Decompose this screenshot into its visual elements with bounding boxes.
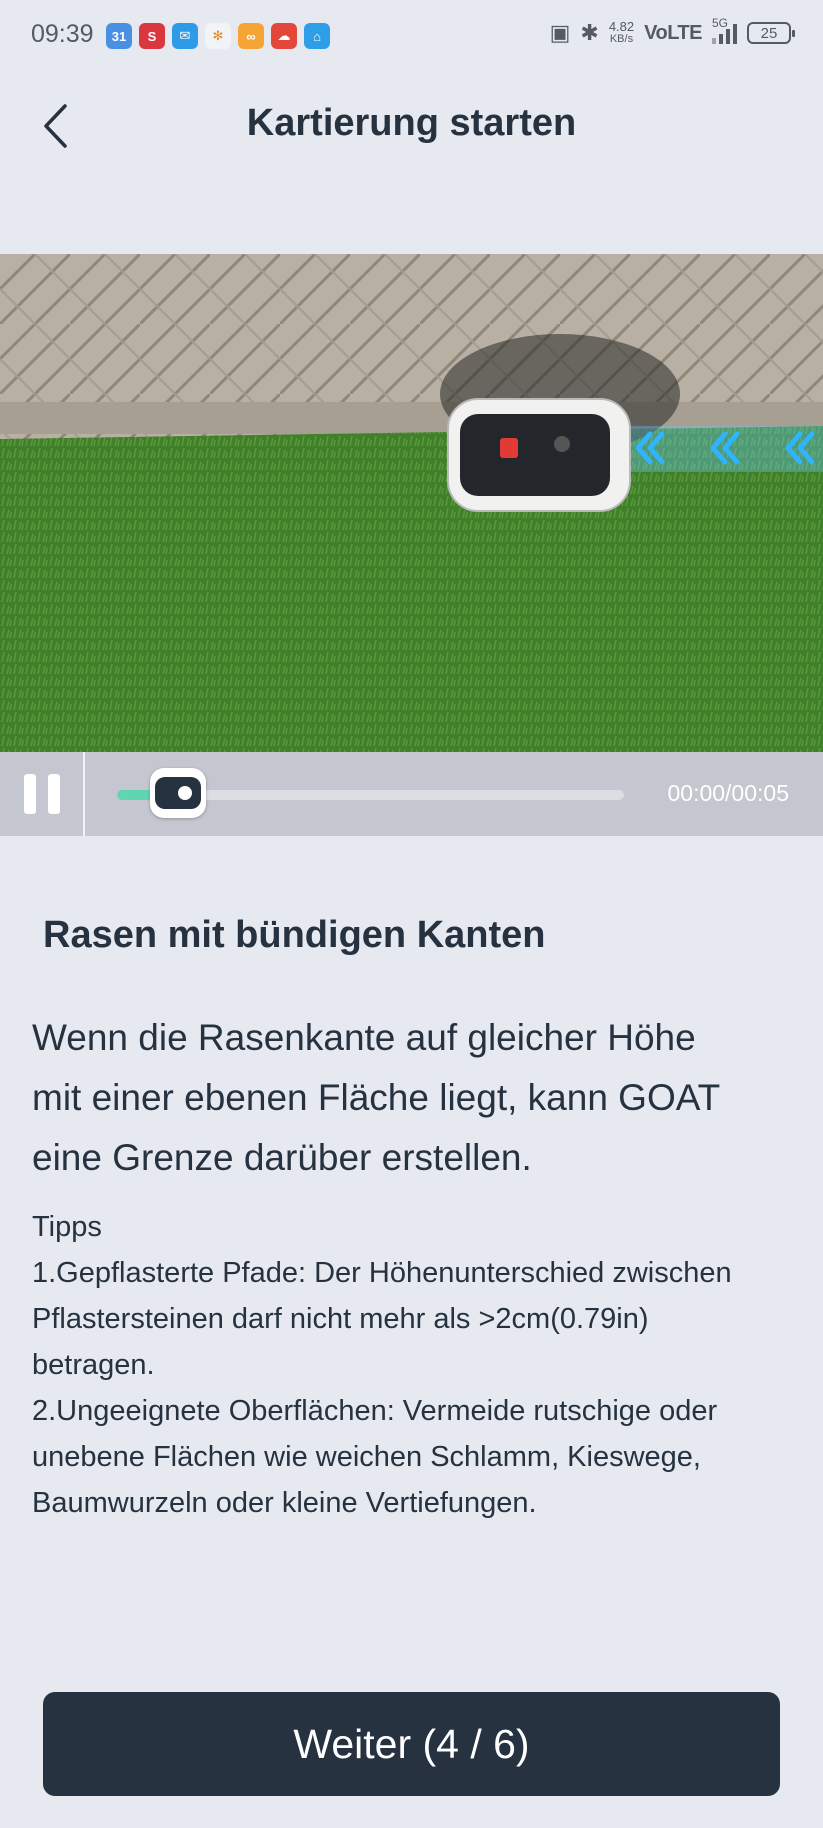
tip-line: betragen. (32, 1349, 155, 1381)
tip-line: 2.Ungeeignete Oberflächen: Vermeide ruts… (32, 1395, 718, 1427)
calendar-icon: 31 (106, 23, 132, 49)
network-speed-value: 4.82 (608, 19, 635, 34)
battery-level: 25 (760, 24, 778, 42)
tip-line: Pflastersteinen darf nicht mehr als >2cm… (32, 1303, 649, 1335)
seek-bar[interactable] (117, 768, 624, 818)
video-controls: 00:00/00:05 (0, 752, 823, 836)
signal-label: 5G (712, 16, 729, 30)
mower-icon (154, 777, 201, 809)
video-frame (0, 254, 823, 752)
volte-label: VoLTE (644, 21, 702, 44)
lead-text-line: eine Grenze darüber erstellen. (32, 1137, 532, 1178)
app-header: Kartierung starten (0, 80, 823, 170)
notification-icons: 31 S ✉ ✻ ∞ ☁ ⌂ (106, 23, 330, 49)
tip-line: Baumwurzeln oder kleine Vertiefungen. (32, 1487, 537, 1519)
pause-icon (23, 774, 36, 814)
nfc-icon: ▣ (549, 20, 571, 45)
mail-icon: ✉ (172, 23, 198, 49)
network-speed-unit: KB/s (609, 33, 634, 45)
link-app-icon: ∞ (238, 23, 264, 49)
pinwheel-icon: ✻ (205, 23, 231, 49)
seek-thumb[interactable] (149, 768, 206, 818)
signal-icon: 5G (712, 16, 737, 44)
lead-text-line: mit einer ebenen Fläche liegt, kann GOAT (32, 1077, 721, 1118)
status-bar: 09:39 31 S ✉ ✻ ∞ ☁ ⌂ ▣ ✱ 4.82 KB/s VoLTE 5G 25 (0, 0, 823, 72)
tips-section: Tipps 1.Gepflasterte Pfade: Der Höhenunt… (32, 1204, 802, 1526)
next-button[interactable]: Weiter (4 / 6) (43, 1692, 780, 1796)
pause-button[interactable] (0, 752, 85, 836)
cloud-app-icon: ☁ (271, 23, 297, 49)
battery-icon: 25 (747, 22, 795, 44)
time-display: 00:00/00:05 (667, 780, 789, 806)
s-app-icon: S (139, 23, 165, 49)
system-icons: ▣ ✱ 4.82 KB/s VoLTE 5G 25 (549, 16, 795, 46)
video-player[interactable] (0, 254, 823, 752)
bluetooth-icon: ✱ (580, 20, 599, 45)
tips-heading: Tipps (32, 1211, 102, 1243)
tip-line: unebene Flächen wie weichen Schlamm, Kie… (32, 1441, 701, 1473)
network-speed: 4.82 KB/s (609, 20, 634, 46)
page-title: Kartierung starten (246, 102, 577, 144)
status-time: 09:39 (31, 20, 94, 48)
home-app-icon: ⌂ (304, 23, 330, 49)
lead-text-line: Wenn die Rasenkante auf gleicher Höhe (32, 1017, 696, 1058)
lead-text: Wenn die Rasenkante auf gleicher Höhe mi… (32, 1008, 792, 1188)
tip-line: 1.Gepflasterte Pfade: Der Höhenunterschi… (32, 1257, 732, 1289)
section-title: Rasen mit bündigen Kanten (43, 914, 546, 956)
